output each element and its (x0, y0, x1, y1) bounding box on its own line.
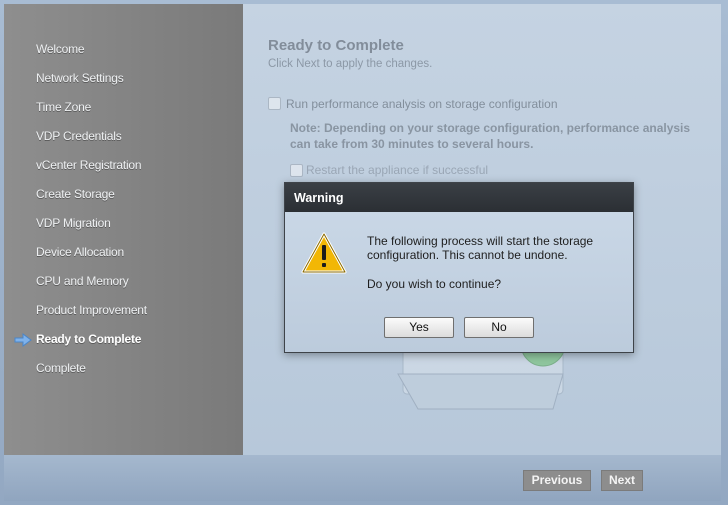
step-cpu-and-memory[interactable]: CPU and Memory (4, 272, 243, 292)
dialog-title: Warning (294, 191, 344, 205)
step-ready-to-complete[interactable]: Ready to Complete (4, 330, 243, 350)
warning-dialog: Warning The following process will start… (284, 182, 634, 353)
dialog-message-line: configuration. This cannot be undone. (367, 248, 568, 262)
step-label: Time Zone (36, 100, 92, 114)
step-time-zone[interactable]: Time Zone (4, 98, 243, 118)
step-label: Create Storage (36, 187, 115, 201)
step-create-storage[interactable]: Create Storage (4, 185, 243, 205)
yes-button[interactable]: Yes (384, 317, 454, 338)
step-label: VDP Credentials (36, 129, 122, 143)
dialog-titlebar[interactable]: Warning (285, 183, 633, 212)
step-vdp-migration[interactable]: VDP Migration (4, 214, 243, 234)
step-vdp-credentials[interactable]: VDP Credentials (4, 127, 243, 147)
step-device-allocation[interactable]: Device Allocation (4, 243, 243, 263)
step-vcenter-registration[interactable]: vCenter Registration (4, 156, 243, 176)
warning-icon (301, 231, 347, 275)
no-button[interactable]: No (464, 317, 534, 338)
step-welcome[interactable]: Welcome (4, 40, 243, 60)
step-label: vCenter Registration (36, 158, 142, 172)
dialog-message-line: The following process will start the sto… (367, 234, 594, 248)
wizard-footer: Previous Next (4, 455, 721, 501)
wizard-window: Welcome Network Settings Time Zone VDP C… (0, 0, 728, 505)
step-label: Ready to Complete (36, 332, 142, 346)
step-label: Product Improvement (36, 303, 147, 317)
step-label: Network Settings (36, 71, 124, 85)
step-label: Complete (36, 361, 86, 375)
step-product-improvement[interactable]: Product Improvement (4, 301, 243, 321)
previous-button[interactable]: Previous (523, 470, 591, 491)
step-complete[interactable]: Complete (4, 359, 243, 379)
current-step-arrow-icon (14, 333, 32, 347)
step-network-settings[interactable]: Network Settings (4, 69, 243, 89)
next-button[interactable]: Next (601, 470, 643, 491)
wizard-sidebar: Welcome Network Settings Time Zone VDP C… (4, 4, 243, 455)
step-label: VDP Migration (36, 216, 111, 230)
step-label: Device Allocation (36, 245, 124, 259)
dialog-question: Do you wish to continue? (367, 277, 502, 291)
step-label: CPU and Memory (36, 274, 129, 288)
step-label: Welcome (36, 42, 85, 56)
